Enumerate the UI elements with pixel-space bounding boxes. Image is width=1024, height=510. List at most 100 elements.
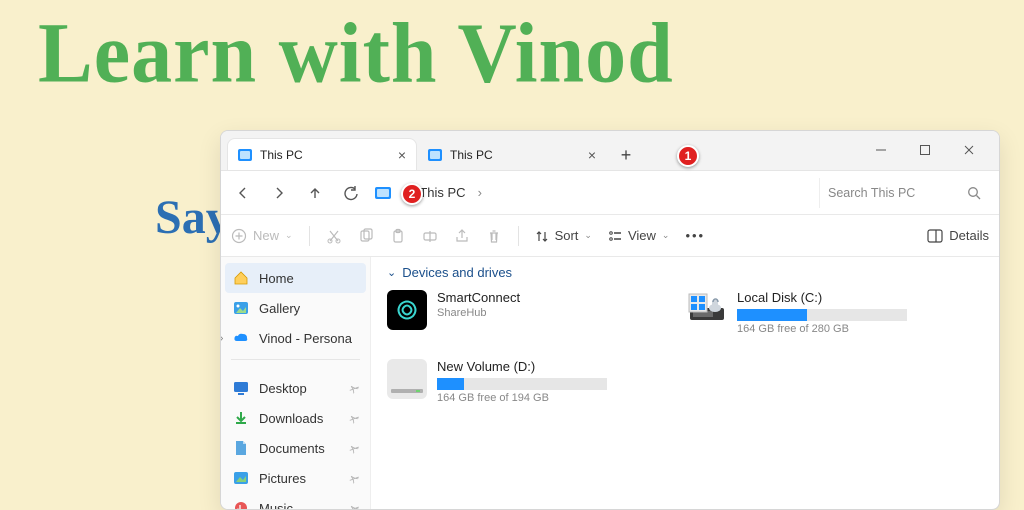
details-button-label: Details	[949, 228, 989, 243]
close-icon[interactable]: ×	[588, 147, 596, 163]
toolbar: New ⌄ Sort ⌄ View ⌄	[221, 215, 999, 257]
drive-new-volume-d[interactable]: New Volume (D:) 164 GB free of 194 GB	[387, 359, 647, 404]
monitor-icon	[375, 187, 391, 199]
content-pane: ⌄ Devices and drives SmartConnect ShareH…	[371, 257, 999, 509]
view-button-label: View	[628, 228, 656, 243]
sidebar-item-gallery[interactable]: Gallery	[221, 293, 370, 323]
sidebar: Home Gallery › Vinod - Persona Desktop ⊀…	[221, 257, 371, 509]
share-button[interactable]	[454, 228, 470, 244]
monitor-icon	[428, 149, 442, 161]
search-placeholder: Search This PC	[828, 186, 915, 200]
copy-button[interactable]	[358, 228, 374, 244]
search-input[interactable]: Search This PC	[819, 178, 989, 208]
rename-button[interactable]	[422, 228, 438, 244]
section-title: Devices and drives	[402, 265, 512, 280]
new-button-label: New	[253, 228, 279, 243]
chevron-down-icon: ⌄	[584, 230, 592, 241]
address-bar: › This PC › Search This PC	[221, 171, 999, 215]
cut-button[interactable]	[326, 228, 342, 244]
chevron-right-icon: ›	[221, 333, 223, 344]
search-icon	[967, 186, 981, 200]
divider	[518, 226, 519, 246]
delete-button[interactable]	[486, 228, 502, 244]
onedrive-icon	[233, 330, 249, 346]
sidebar-item-desktop[interactable]: Desktop ⊀	[221, 373, 370, 403]
back-button[interactable]	[231, 177, 255, 209]
close-icon[interactable]: ×	[398, 147, 406, 163]
up-button[interactable]	[303, 177, 327, 209]
chevron-right-icon: ›	[478, 185, 482, 200]
page-title: Learn with Vinod	[38, 4, 674, 103]
close-window-button[interactable]	[947, 130, 991, 170]
sort-button[interactable]: Sort ⌄	[535, 228, 592, 243]
sort-button-label: Sort	[555, 228, 579, 243]
section-devices-drives[interactable]: ⌄ Devices and drives	[387, 265, 983, 280]
sidebar-item-label: Downloads	[259, 411, 323, 426]
usage-bar	[437, 378, 607, 390]
drive-smartconnect[interactable]: SmartConnect ShareHub	[387, 290, 647, 335]
details-button[interactable]: Details	[927, 228, 989, 243]
file-explorer-window: 1 2 This PC × This PC × +	[220, 130, 1000, 510]
breadcrumb[interactable]: This PC	[419, 185, 465, 200]
refresh-button[interactable]	[339, 177, 363, 209]
pin-icon: ⊀	[346, 380, 362, 396]
divider	[231, 359, 360, 367]
view-button[interactable]: View ⌄	[608, 228, 670, 243]
callout-badge-2: 2	[401, 183, 423, 205]
sidebar-item-downloads[interactable]: Downloads ⊀	[221, 403, 370, 433]
pin-icon: ⊀	[346, 470, 362, 486]
minimize-button[interactable]	[859, 130, 903, 170]
tab-this-pc-2[interactable]: This PC ×	[417, 138, 607, 170]
sidebar-item-music[interactable]: Music ⊀	[221, 493, 370, 509]
sidebar-item-label: Home	[259, 271, 294, 286]
smartconnect-icon	[387, 290, 427, 330]
monitor-icon	[238, 149, 252, 161]
desktop-icon	[233, 380, 249, 396]
drive-name: SmartConnect	[437, 290, 647, 305]
usage-fill	[737, 309, 807, 321]
sidebar-item-label: Music	[259, 501, 293, 510]
drive-free-text: 164 GB free of 280 GB	[737, 323, 947, 335]
new-tab-button[interactable]: +	[611, 140, 641, 170]
sidebar-item-label: Desktop	[259, 381, 307, 396]
chevron-down-icon: ⌄	[662, 230, 670, 241]
drive-name: New Volume (D:)	[437, 359, 647, 374]
paste-button[interactable]	[390, 228, 406, 244]
tab-label: This PC	[450, 148, 580, 162]
tab-label: This PC	[260, 148, 390, 162]
new-button[interactable]: New ⌄	[231, 228, 293, 244]
usage-bar	[737, 309, 907, 321]
music-icon	[233, 500, 249, 509]
sidebar-item-label: Gallery	[259, 301, 300, 316]
divider	[309, 226, 310, 246]
pin-icon: ⊀	[346, 440, 362, 456]
forward-button[interactable]	[267, 177, 291, 209]
drive-local-c[interactable]: Local Disk (C:) 164 GB free of 280 GB	[687, 290, 947, 335]
documents-icon	[233, 440, 249, 456]
tab-strip: This PC × This PC × +	[221, 131, 999, 171]
pin-icon: ⊀	[346, 410, 362, 426]
sidebar-item-home[interactable]: Home	[225, 263, 366, 293]
drive-sub: ShareHub	[437, 307, 647, 319]
pin-icon: ⊀	[346, 500, 362, 509]
chevron-down-icon: ⌄	[285, 230, 293, 241]
home-icon	[233, 270, 249, 286]
sidebar-item-label: Vinod - Persona	[259, 331, 352, 346]
pictures-icon	[233, 470, 249, 486]
downloads-icon	[233, 410, 249, 426]
tab-this-pc-1[interactable]: This PC ×	[227, 138, 417, 170]
sidebar-item-label: Documents	[259, 441, 325, 456]
local-disk-icon	[687, 290, 727, 330]
callout-badge-1: 1	[677, 145, 699, 167]
more-button[interactable]: •••	[685, 228, 705, 243]
usage-fill	[437, 378, 464, 390]
drive-name: Local Disk (C:)	[737, 290, 947, 305]
sidebar-item-pictures[interactable]: Pictures ⊀	[221, 463, 370, 493]
sidebar-item-label: Pictures	[259, 471, 306, 486]
sidebar-item-onedrive[interactable]: › Vinod - Persona	[221, 323, 370, 353]
gallery-icon	[233, 300, 249, 316]
sidebar-item-documents[interactable]: Documents ⊀	[221, 433, 370, 463]
chevron-down-icon: ⌄	[387, 266, 396, 279]
maximize-button[interactable]	[903, 130, 947, 170]
page-subtitle: Say	[155, 190, 230, 245]
